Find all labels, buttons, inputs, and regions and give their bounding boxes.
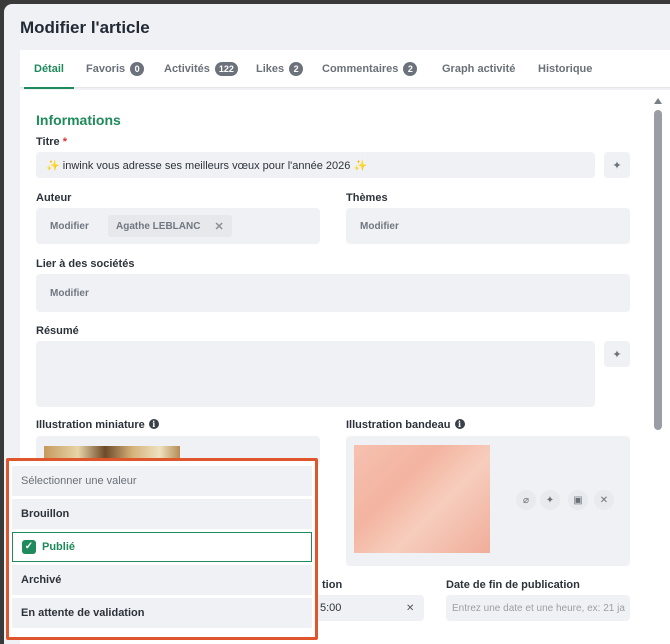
tab-activites[interactable]: Activités 122 [164,50,238,88]
status-dropdown[interactable]: Sélectionner une valeur Brouillon ✓ Publi… [6,458,318,640]
tab-badge: 2 [289,62,304,76]
scrollbar[interactable] [654,98,662,644]
ai-sparkle-icon[interactable]: ✦ [540,490,560,510]
title-value: ✨ inwink vous adresse ses meilleurs vœux… [46,159,368,172]
scroll-thumb[interactable] [654,110,662,430]
pub-end-input[interactable]: Entrez une date et une heure, ex: 21 ja [446,595,630,621]
tab-bar: Détail Favoris 0 Activités 122 Likes 2 Comm… [20,50,670,89]
title-input[interactable]: ✨ inwink vous adresse ses meilleurs vœux… [36,152,595,178]
title-label: Titre * [36,136,67,148]
tab-detail[interactable]: Détail [24,50,74,89]
paperclip-icon[interactable]: ⌀ [516,490,536,510]
tab-badge: 0 [130,62,145,76]
tab-likes[interactable]: Likes 2 [256,50,304,88]
close-icon[interactable]: ✕ [214,220,223,233]
themes-field: Modifier [346,208,630,244]
banner-label: Illustration bandeau i [346,419,465,431]
dropdown-option-archive[interactable]: Archivé [12,565,312,595]
themes-label: Thèmes [346,192,388,204]
banner-field: ⌀ ✦ ▣ ✕ [346,436,630,566]
dropdown-option-brouillon[interactable]: Brouillon [12,499,312,529]
banner-image [354,445,490,553]
summary-label: Résumé [36,325,79,337]
pub-end-label: Date de fin de publication [446,579,580,591]
pub-start-value: 5:00 [320,602,342,614]
crop-icon[interactable]: ▣ [568,490,588,510]
tab-favoris[interactable]: Favoris 0 [86,50,145,88]
ai-sparkle-icon[interactable]: ✦ [604,341,630,367]
tab-graph-activite[interactable]: Graph activité [442,50,515,88]
companies-field: Modifier [36,274,630,312]
dropdown-option-publie[interactable]: ✓ Publié [12,532,312,562]
summary-textarea[interactable] [36,341,595,407]
author-chip: Agathe LEBLANC ✕ [108,215,232,237]
close-icon[interactable]: ✕ [594,490,614,510]
companies-modify-button[interactable]: Modifier [42,282,97,304]
tab-commentaires[interactable]: Commentaires 2 [322,50,418,88]
companies-label: Lier à des sociétés [36,258,135,270]
info-icon: i [148,419,159,429]
thumb-label: Illustration miniature i [36,419,159,431]
themes-modify-button[interactable]: Modifier [352,215,407,237]
checkmark-icon: ✓ [22,540,36,554]
author-field: Modifier Agathe LEBLANC ✕ [36,208,320,244]
tab-historique[interactable]: Historique [538,50,592,88]
tab-badge: 122 [214,62,238,76]
tab-badge: 2 [403,62,418,76]
clear-icon[interactable]: ✕ [406,595,414,621]
modal-title: Modifier l'article [20,18,150,37]
pub-start-label: tion [322,579,343,591]
author-modify-button[interactable]: Modifier [42,215,97,237]
dropdown-placeholder[interactable]: Sélectionner une valeur [12,466,312,496]
info-icon: i [454,419,465,429]
ai-sparkle-icon[interactable]: ✦ [604,152,630,178]
pub-end-placeholder: Entrez une date et une heure, ex: 21 ja [452,602,625,614]
scroll-up-arrow-icon[interactable] [654,98,662,104]
pub-start-input[interactable]: 5:00 ✕ [316,595,424,621]
dropdown-option-en-attente[interactable]: En attente de validation [12,598,312,628]
author-label: Auteur [36,192,72,204]
section-title: Informations [36,112,121,128]
